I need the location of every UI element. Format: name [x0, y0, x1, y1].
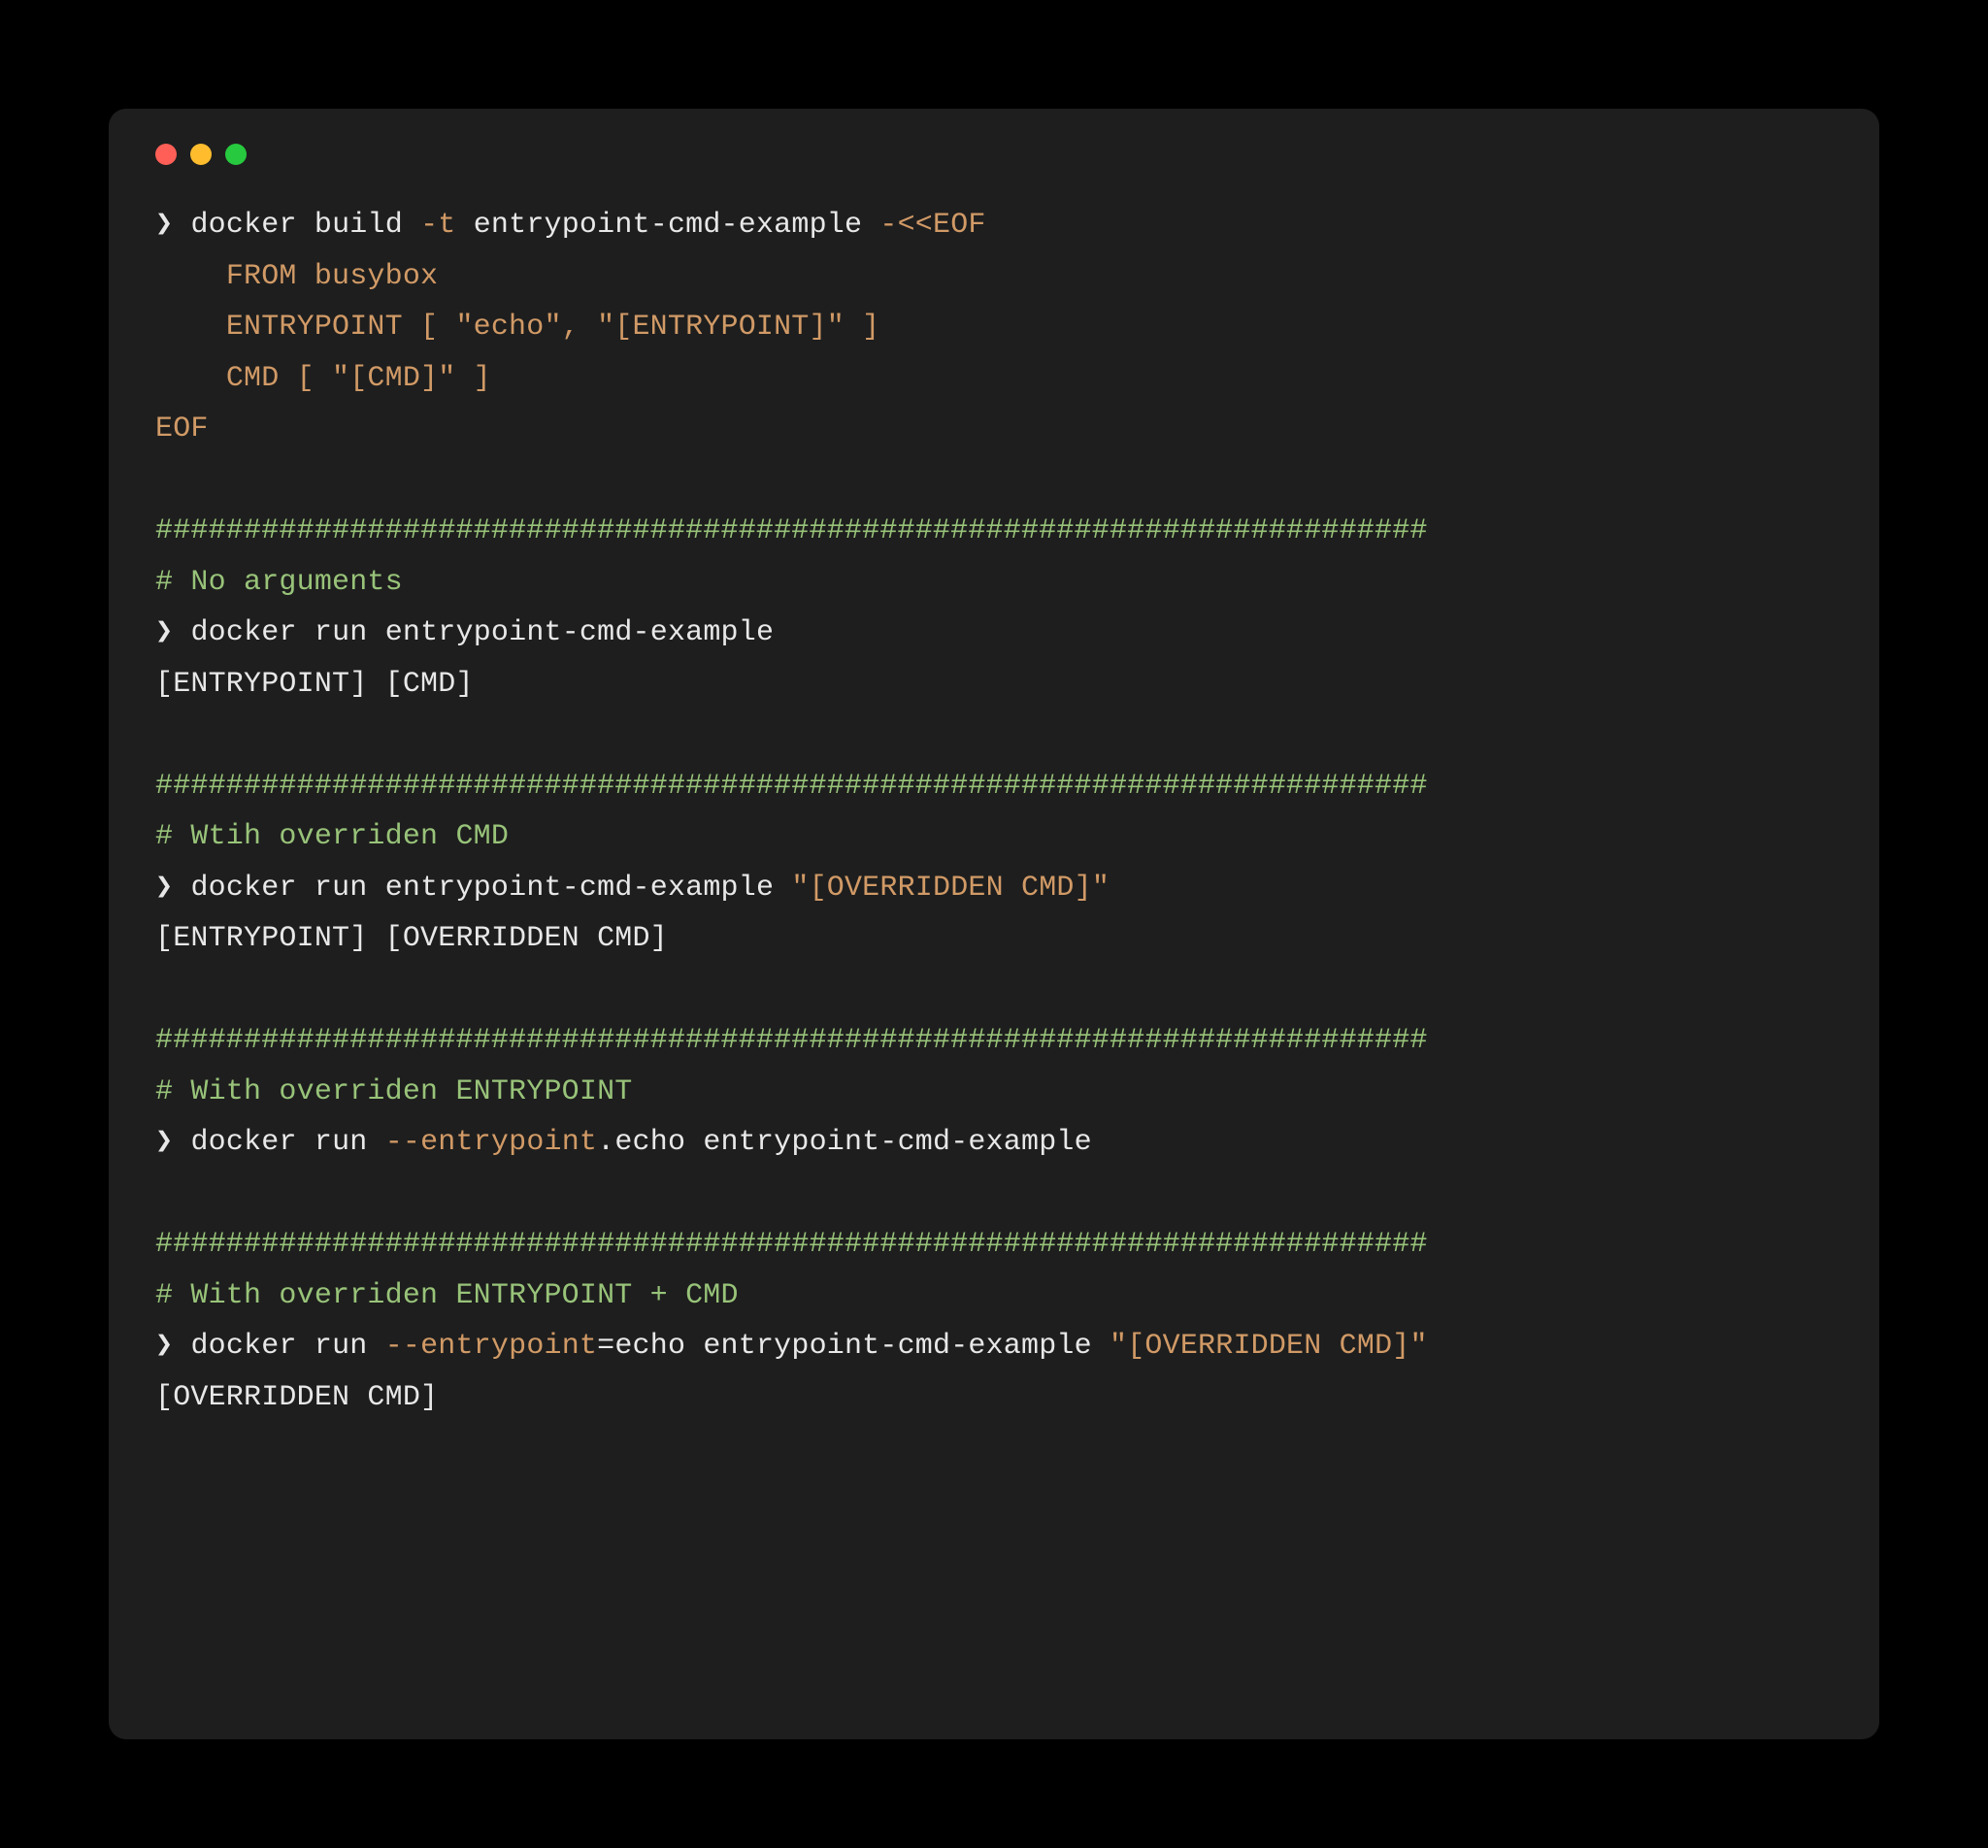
cmd-docker: docker [190, 1330, 296, 1363]
image-name: entrypoint-cmd-example [474, 209, 880, 242]
terminal-window: ❯ docker build -t entrypoint-cmd-example… [109, 109, 1879, 1739]
minimize-icon[interactable] [190, 144, 212, 165]
flag-entrypoint-value: .echo [597, 1126, 685, 1159]
prompt-icon: ❯ [155, 616, 190, 649]
heredoc-entrypoint: ENTRYPOINT [ "echo", "[ENTRYPOINT]" ] [226, 311, 880, 344]
divider: ########################################… [155, 1024, 1428, 1057]
page-background: ❯ docker build -t entrypoint-cmd-example… [0, 0, 1988, 1848]
cmd-run: run [315, 1330, 368, 1363]
divider: ########################################… [155, 1228, 1428, 1261]
arg-overridden-cmd: "[OVERRIDDEN CMD]" [1110, 1330, 1428, 1363]
cmd-run: run [315, 616, 368, 649]
prompt-icon: ❯ [155, 872, 190, 905]
output-override-cmd: [ENTRYPOINT] [OVERRIDDEN CMD] [155, 922, 668, 955]
prompt-icon: ❯ [155, 1330, 190, 1363]
output-no-args: [ENTRYPOINT] [CMD] [155, 668, 474, 701]
image-name: entrypoint-cmd-example [703, 1330, 1091, 1363]
window-traffic-lights [155, 144, 1833, 165]
heredoc-indent [155, 260, 226, 293]
flag-t: -t [420, 209, 474, 242]
terminal-output: ❯ docker build -t entrypoint-cmd-example… [155, 200, 1833, 1423]
heredoc-from: FROM busybox [226, 260, 438, 293]
flag-entrypoint: --entrypoint [385, 1126, 597, 1159]
flag-entrypoint-value: =echo [597, 1330, 685, 1363]
image-name: entrypoint-cmd-example [385, 872, 774, 905]
heredoc-open: -<<EOF [879, 209, 985, 242]
cmd-docker: docker [190, 872, 296, 905]
output-override-both: [OVERRIDDEN CMD] [155, 1381, 438, 1414]
heredoc-indent [155, 362, 226, 395]
divider: ########################################… [155, 770, 1428, 803]
heredoc-cmd: CMD [ "[CMD]" ] [226, 362, 491, 395]
cmd-docker: docker [190, 209, 296, 242]
cmd-run: run [315, 872, 368, 905]
heredoc-close: EOF [155, 412, 209, 446]
divider: ########################################… [155, 514, 1428, 547]
heredoc-indent [155, 311, 226, 344]
cmd-build: build [315, 209, 420, 242]
section-comment-override-entrypoint: # With overriden ENTRYPOINT [155, 1075, 632, 1108]
flag-entrypoint: --entrypoint [385, 1330, 597, 1363]
arg-overridden-cmd: "[OVERRIDDEN CMD]" [791, 872, 1110, 905]
section-comment-no-args: # No arguments [155, 566, 403, 599]
section-comment-override-both: # With overriden ENTRYPOINT + CMD [155, 1279, 739, 1312]
image-name: entrypoint-cmd-example [703, 1126, 1091, 1159]
prompt-icon: ❯ [155, 209, 190, 242]
cmd-docker: docker [190, 616, 296, 649]
close-icon[interactable] [155, 144, 177, 165]
prompt-icon: ❯ [155, 1126, 190, 1159]
section-comment-override-cmd: # Wtih overriden CMD [155, 820, 509, 853]
image-name: entrypoint-cmd-example [385, 616, 774, 649]
maximize-icon[interactable] [225, 144, 247, 165]
cmd-docker: docker [190, 1126, 296, 1159]
cmd-run: run [315, 1126, 368, 1159]
